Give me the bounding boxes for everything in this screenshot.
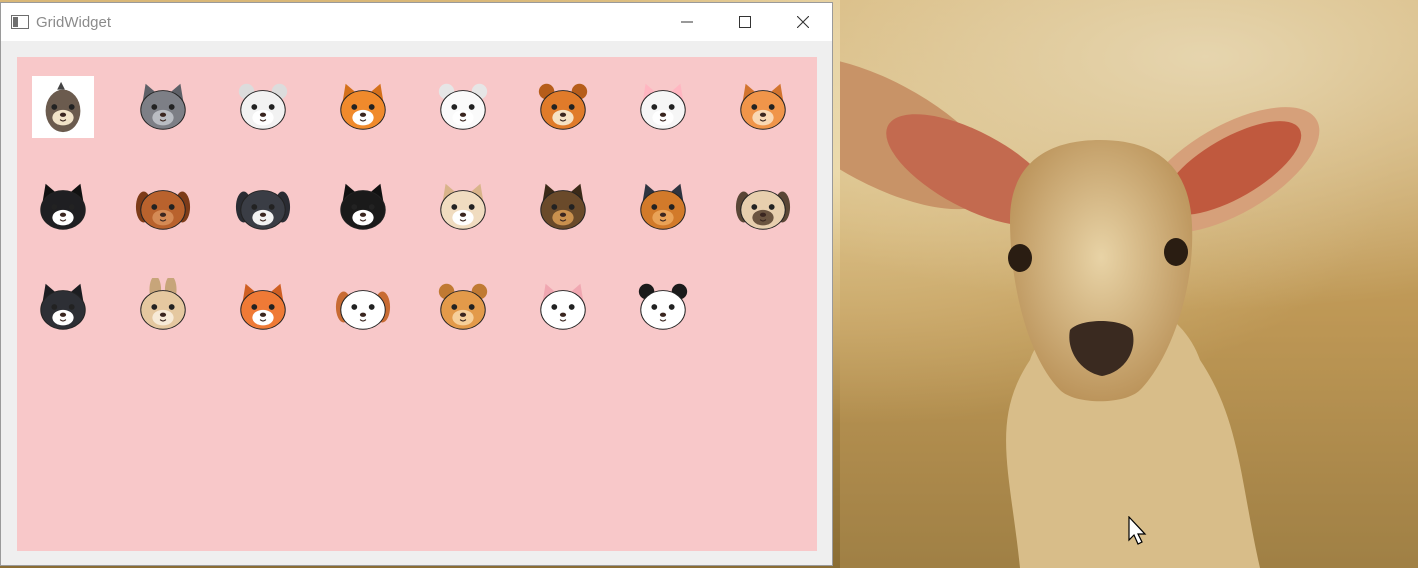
panda-icon bbox=[638, 283, 688, 330]
maximize-button[interactable] bbox=[716, 3, 774, 41]
german-shepherd-icon bbox=[540, 183, 586, 230]
grid-item-shih-tzu[interactable] bbox=[232, 176, 294, 238]
grid-item-fox[interactable] bbox=[232, 276, 294, 338]
gray-cat-icon bbox=[140, 83, 186, 130]
grid-item-bear[interactable] bbox=[432, 276, 494, 338]
grid-item-gray-cat[interactable] bbox=[132, 76, 194, 138]
mouse-cursor-icon bbox=[1128, 516, 1147, 545]
app-icon bbox=[11, 15, 29, 29]
poodle-icon bbox=[238, 83, 288, 130]
grid-item-cavalier-spaniel[interactable] bbox=[332, 276, 394, 338]
grid-item-white-cat[interactable] bbox=[632, 76, 694, 138]
grid-widget bbox=[17, 57, 817, 551]
grid-item-tuxedo-cat[interactable] bbox=[32, 176, 94, 238]
minimize-button[interactable] bbox=[658, 3, 716, 41]
white-cat-icon bbox=[640, 83, 686, 130]
shih-tzu-icon bbox=[235, 190, 291, 230]
grid-item-yorkie[interactable] bbox=[632, 176, 694, 238]
grid-item-german-shepherd[interactable] bbox=[532, 176, 594, 238]
mastiff-icon bbox=[135, 190, 191, 230]
grid-item-mastiff[interactable] bbox=[132, 176, 194, 238]
rabbit-icon bbox=[140, 278, 186, 330]
maximize-icon bbox=[739, 16, 751, 28]
close-button[interactable] bbox=[774, 3, 832, 41]
pomeranian-icon bbox=[438, 83, 488, 130]
french-bulldog-icon bbox=[440, 183, 486, 230]
grid-item-rabbit[interactable] bbox=[132, 276, 194, 338]
grid-item-papillon[interactable] bbox=[332, 176, 394, 238]
black-white-cat-icon bbox=[40, 283, 86, 330]
bird-icon bbox=[45, 81, 81, 133]
fox-icon bbox=[240, 283, 286, 330]
pug-icon bbox=[735, 190, 791, 230]
grid-item-pug[interactable] bbox=[732, 176, 794, 238]
grid-item-panda[interactable] bbox=[632, 276, 694, 338]
grid-item-pomeranian[interactable] bbox=[432, 76, 494, 138]
shiba-icon bbox=[340, 83, 386, 130]
close-icon bbox=[797, 16, 809, 28]
grid-item-ginger-cat[interactable] bbox=[732, 76, 794, 138]
grid-item-chipmunk[interactable] bbox=[532, 76, 594, 138]
chipmunk-icon bbox=[538, 83, 588, 130]
lamb-image bbox=[840, 0, 1418, 568]
window-title: GridWidget bbox=[36, 13, 112, 31]
cavalier-spaniel-icon bbox=[335, 290, 391, 330]
grid-item-french-bulldog[interactable] bbox=[432, 176, 494, 238]
title-bar[interactable]: GridWidget bbox=[1, 3, 832, 41]
yorkie-icon bbox=[640, 183, 686, 230]
grid-item-black-white-cat[interactable] bbox=[32, 276, 94, 338]
papillon-icon bbox=[340, 183, 386, 230]
grid-item-persian-cat[interactable] bbox=[532, 276, 594, 338]
bear-icon bbox=[438, 283, 488, 330]
ginger-cat-icon bbox=[740, 83, 786, 130]
grid-item-poodle[interactable] bbox=[232, 76, 294, 138]
tuxedo-cat-icon bbox=[40, 183, 86, 230]
grid-item-bird[interactable] bbox=[32, 76, 94, 138]
minimize-icon bbox=[681, 21, 693, 23]
grid-item-shiba[interactable] bbox=[332, 76, 394, 138]
gridwidget-window: GridWidget bbox=[0, 2, 833, 566]
persian-cat-icon bbox=[540, 283, 586, 330]
